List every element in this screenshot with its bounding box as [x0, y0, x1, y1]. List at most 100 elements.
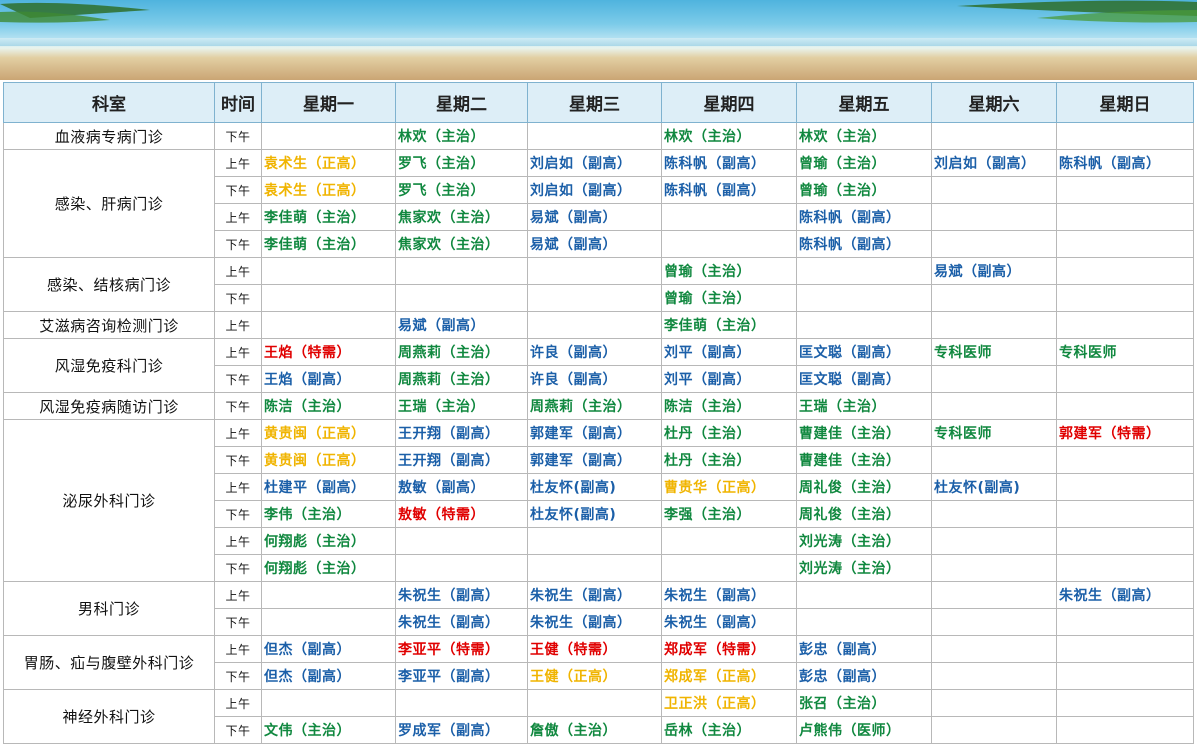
doctor-cell [1056, 473, 1194, 501]
session-time: 上午 [214, 635, 262, 663]
doctor-cell: 林欢（主治） [395, 122, 528, 150]
doctor-cell [1056, 527, 1194, 555]
doctor-cell: 易斌（副高） [527, 230, 662, 258]
session-time: 上午 [214, 311, 262, 339]
session-time: 下午 [214, 230, 262, 258]
doctor-cell [931, 365, 1057, 393]
doctor-cell [261, 311, 396, 339]
doctor-cell [931, 284, 1057, 312]
doctor-cell: 王开翔（副高） [395, 446, 528, 474]
doctor-cell [527, 122, 662, 150]
doctor-cell: 刘光涛（主治） [796, 527, 932, 555]
doctor-cell [931, 392, 1057, 420]
doctor-cell: 王健（正高） [527, 662, 662, 690]
doctor-cell [796, 257, 932, 285]
palm-leaves-left-icon [0, 2, 150, 23]
table-row: 血液病专病门诊 下午 林欢（主治） 林欢（主治） 林欢（主治） [3, 122, 1194, 150]
doctor-cell: 刘平（副高） [661, 365, 797, 393]
doctor-cell: 陈科帆（副高） [1056, 149, 1194, 177]
doctor-cell [931, 176, 1057, 204]
doctor-cell [1056, 500, 1194, 528]
doctor-cell: 何翔彪（主治） [261, 527, 396, 555]
department-name: 风湿免疫科门诊 [3, 338, 215, 393]
doctor-cell: 朱祝生（副高） [395, 581, 528, 609]
doctor-cell: 杜友怀(副高) [931, 473, 1057, 501]
doctor-cell [661, 203, 797, 231]
doctor-cell [796, 608, 932, 636]
doctor-cell [1056, 554, 1194, 582]
table-row: 风湿免疫科门诊 上午 王焰（特需） 周燕莉（主治） 许良（副高） 刘平（副高） 匡文聪（副高… [3, 338, 1194, 393]
doctor-cell: 但杰（副高） [261, 662, 396, 690]
department-name: 风湿免疫病随访门诊 [3, 392, 215, 420]
doctor-cell: 詹傲（主治） [527, 716, 662, 744]
doctor-cell [661, 554, 797, 582]
department-name: 胃肠、疝与腹壁外科门诊 [3, 635, 215, 690]
doctor-cell [395, 284, 528, 312]
doctor-cell: 李佳萌（主治） [661, 311, 797, 339]
session-time: 上午 [214, 689, 262, 717]
doctor-cell [395, 554, 528, 582]
doctor-cell: 刘光涛（主治） [796, 554, 932, 582]
doctor-cell: 袁术生（正高） [261, 149, 396, 177]
doctor-cell: 岳林（主治） [661, 716, 797, 744]
doctor-cell [1056, 365, 1194, 393]
doctor-cell [395, 527, 528, 555]
doctor-cell: 李强（主治） [661, 500, 797, 528]
doctor-cell [1056, 203, 1194, 231]
doctor-cell: 黄贵闽（正高） [261, 446, 396, 474]
session-time: 上午 [214, 203, 262, 231]
session-time: 上午 [214, 473, 262, 501]
doctor-cell [931, 689, 1057, 717]
doctor-cell: 匡文聪（副高） [796, 365, 932, 393]
doctor-cell [661, 230, 797, 258]
doctor-cell: 朱祝生（副高） [661, 608, 797, 636]
doctor-cell: 李亚平（副高） [395, 662, 528, 690]
session-time: 下午 [214, 500, 262, 528]
doctor-cell: 卢熊伟（医师） [796, 716, 932, 744]
doctor-cell [1056, 608, 1194, 636]
doctor-cell: 陈科帆（副高） [661, 149, 797, 177]
doctor-cell: 李亚平（特需） [395, 635, 528, 663]
session-time: 上午 [214, 257, 262, 285]
doctor-cell: 王开翔（副高） [395, 419, 528, 447]
doctor-cell: 但杰（副高） [261, 635, 396, 663]
doctor-cell: 陈洁（主治） [261, 392, 396, 420]
doctor-cell [1056, 284, 1194, 312]
doctor-cell: 罗飞（主治） [395, 176, 528, 204]
table-row: 泌尿外科门诊 上午 黄贵闽（正高） 王开翔（副高） 郭建军（副高） 杜丹（主治） 曹建佳（主… [3, 419, 1194, 582]
doctor-cell: 彭忠（副高） [796, 635, 932, 663]
doctor-cell: 王健（特需） [527, 635, 662, 663]
doctor-cell: 黄贵闽（正高） [261, 419, 396, 447]
doctor-cell [931, 122, 1057, 150]
doctor-cell: 敖敏（特需） [395, 500, 528, 528]
doctor-cell [931, 500, 1057, 528]
doctor-cell: 朱祝生（副高） [1056, 581, 1194, 609]
header-sunday: 星期日 [1056, 82, 1194, 123]
doctor-cell: 专科医师 [931, 419, 1057, 447]
doctor-cell: 易斌（副高） [395, 311, 528, 339]
doctor-cell: 曹建佳（主治） [796, 446, 932, 474]
doctor-cell: 朱祝生（副高） [527, 581, 662, 609]
doctor-cell: 郭建军（特需） [1056, 419, 1194, 447]
doctor-cell: 林欢（主治） [661, 122, 797, 150]
header-dept: 科室 [3, 82, 215, 123]
session-time: 下午 [214, 608, 262, 636]
doctor-cell: 张召（主治） [796, 689, 932, 717]
doctor-cell: 专科医师 [1056, 338, 1194, 366]
doctor-cell: 王焰（副高） [261, 365, 396, 393]
doctor-cell: 敖敏（副高） [395, 473, 528, 501]
doctor-cell: 何翔彪（主治） [261, 554, 396, 582]
doctor-cell: 郭建军（副高） [527, 446, 662, 474]
doctor-cell [796, 284, 932, 312]
doctor-cell: 周燕莉（主治） [395, 365, 528, 393]
doctor-cell: 杜建平（副高） [261, 473, 396, 501]
doctor-cell: 易斌（副高） [931, 257, 1057, 285]
palm-leaves-right-icon [957, 0, 1197, 23]
session-time: 上午 [214, 149, 262, 177]
doctor-cell: 焦家欢（主治） [395, 230, 528, 258]
doctor-cell [1056, 662, 1194, 690]
department-name: 男科门诊 [3, 581, 215, 636]
session-time: 下午 [214, 662, 262, 690]
header-tuesday: 星期二 [395, 82, 528, 123]
session-time: 上午 [214, 419, 262, 447]
